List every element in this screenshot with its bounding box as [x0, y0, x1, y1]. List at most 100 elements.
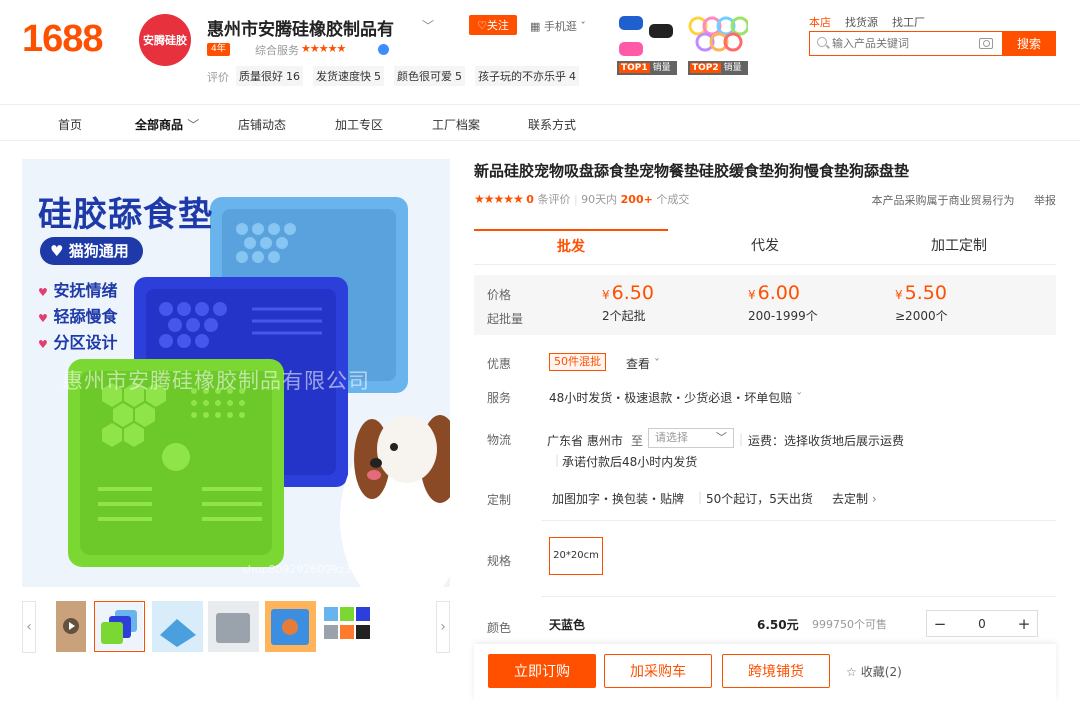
image-bullet: ♥ 安抚情绪 — [38, 281, 118, 300]
crossborder-button[interactable]: 跨境铺货 — [722, 654, 830, 688]
thumbnail-item[interactable] — [265, 601, 316, 652]
price-tier: ¥6.00 200-1999个 — [748, 282, 818, 323]
price-tiers: 价格 起批量 ¥6.50 2个起批 ¥6.00 200-1999个 ¥5.50 … — [474, 275, 1056, 335]
price-tier: ¥6.50 2个起批 — [602, 282, 654, 323]
image-bullets: ♥ 安抚情绪 ♥ 轻舔慢食 ♥ 分区设计 — [38, 279, 117, 357]
service-label: 服务 — [487, 391, 512, 405]
divider — [541, 596, 1056, 597]
service-score-label: 综合服务 — [255, 44, 299, 57]
product-stars: ★★★★★ — [474, 192, 524, 206]
eval-tag[interactable]: 质量很好 16 — [236, 66, 303, 86]
shop-name[interactable]: 惠州市安腾硅橡胶制品有 — [207, 15, 394, 40]
eval-tag[interactable]: 发货速度快 5 — [313, 66, 384, 86]
chevron-down-icon: ﹀ — [716, 431, 727, 444]
sales-period: 90天内 — [581, 193, 618, 206]
search-box — [809, 31, 1002, 56]
thumbnail-item[interactable] — [152, 601, 203, 652]
thumbnail-video[interactable] — [46, 601, 97, 652]
service-stars: ★★★★★ — [301, 42, 346, 55]
nav-shop-news[interactable]: 店铺动态 — [238, 116, 286, 133]
favorite-button[interactable]: ☆ 收藏(2) — [846, 663, 902, 680]
chevron-down-icon: ˇ — [653, 357, 660, 371]
search-icon — [817, 37, 827, 47]
search-tab-source[interactable]: 找货源 — [845, 14, 878, 30]
color-option-stock: 999750个可售 — [812, 618, 887, 631]
chevron-down-icon: ˇ — [796, 391, 803, 405]
buy-now-button[interactable]: 立即订购 — [488, 654, 596, 688]
promo-label: 优惠 — [487, 357, 512, 371]
image-bullet: ♥ 分区设计 — [38, 333, 118, 352]
promo-view-link[interactable]: 查看 ˇ — [626, 355, 660, 372]
shop-nav: 首页 全部商品 ﹀ 店铺动态 加工专区 工厂档案 联系方式 — [0, 106, 1080, 141]
image-pill: ♥ 猫狗通用 — [40, 237, 143, 265]
nav-home[interactable]: 首页 — [58, 116, 82, 133]
qr-icon: ▦ — [530, 20, 541, 33]
add-to-cart-button[interactable]: 加采购车 — [604, 654, 712, 688]
star-outline-icon: ☆ — [846, 665, 857, 679]
divider — [541, 520, 1056, 521]
nav-all-products[interactable]: 全部商品 ﹀ — [135, 116, 199, 133]
top-product-2[interactable]: TOP2 销量 — [688, 14, 750, 75]
top-rank-caption: TOP1 销量 — [617, 61, 677, 75]
custom-moq: 50个起订，5天出货 — [706, 492, 813, 506]
chevron-down-icon[interactable]: ﹀ — [422, 17, 434, 34]
color-option-price: 6.50元 — [757, 618, 799, 632]
thumbnail-item[interactable] — [208, 601, 259, 652]
logistics-label: 物流 — [487, 433, 512, 447]
mobile-browse-link[interactable]: ▦ 手机逛 ˇ — [530, 18, 586, 34]
thumbnail-item[interactable] — [94, 601, 145, 652]
product-title: 新品硅胶宠物吸盘舔食垫宠物餐垫硅胶缓食垫狗狗慢食垫狗舔盘垫 — [474, 162, 910, 180]
spec-option[interactable]: 20*20cm — [549, 537, 603, 575]
nav-contact[interactable]: 联系方式 — [528, 116, 576, 133]
nav-factory-profile[interactable]: 工厂档案 — [432, 116, 480, 133]
search-tab-shop[interactable]: 本店 — [809, 14, 831, 30]
sold-count: 200+ — [620, 193, 653, 206]
thumb-next-button[interactable]: › — [436, 601, 450, 653]
follow-button[interactable]: ♡关注 — [469, 15, 517, 35]
tab-wholesale[interactable]: 批发 — [474, 229, 668, 265]
thumbnail-strip: ‹ › — [22, 601, 450, 653]
promo-tag: 50件混批 — [549, 353, 606, 371]
sold-label: 个成交 — [656, 193, 690, 206]
eval-tag[interactable]: 孩子玩的不亦乐乎 4 — [475, 66, 579, 86]
image-watermark: 惠州市安腾硅橡胶制品有限公司 — [62, 369, 370, 393]
heart-icon: ♥ — [50, 242, 64, 260]
thumbnail-item[interactable] — [322, 601, 373, 652]
color-option-name: 天蓝色 — [549, 618, 586, 632]
site-logo[interactable]: 1688 — [22, 18, 104, 61]
top-product-1[interactable]: TOP1 销量 — [617, 14, 677, 75]
search-input[interactable] — [810, 32, 960, 55]
image-bullet: ♥ 轻舔慢食 — [38, 307, 118, 326]
price-label: 价格 — [487, 288, 512, 302]
main-product-image[interactable]: 硅胶舔食垫 ♥ 猫狗通用 ♥ 安抚情绪 ♥ 轻舔慢食 ♥ 分区设计 惠州市安腾硅… — [22, 159, 450, 587]
report-link[interactable]: 举报 — [1034, 194, 1056, 207]
product-thumbnail-image — [688, 14, 750, 59]
custom-link[interactable]: 去定制 › — [832, 490, 877, 507]
price-tier: ¥5.50 ≥2000个 — [895, 282, 948, 323]
increment-button[interactable]: + — [1011, 611, 1037, 636]
verified-icon — [378, 44, 389, 55]
quantity-stepper: − 0 + — [926, 610, 1038, 637]
trade-notice: 本产品采购属于商业贸易行为 举报 — [871, 194, 1057, 207]
thumb-prev-button[interactable]: ‹ — [22, 601, 36, 653]
shop-avatar[interactable]: 安腾硅胶 — [139, 14, 191, 66]
tab-dropship[interactable]: 代发 — [668, 229, 862, 265]
ship-promise: 承诺付款后48小时内发货 — [562, 455, 698, 469]
shop-header: 1688 安腾硅胶 惠州市安腾硅橡胶制品有 ﹀ ♡关注 ▦ 手机逛 ˇ 4年 综… — [0, 0, 1080, 105]
eval-label: 评价 — [207, 71, 229, 84]
action-bar: 立即订购 加采购车 跨境铺货 ☆ 收藏(2) — [474, 644, 1056, 701]
search-tab-factory[interactable]: 找工厂 — [892, 14, 925, 30]
camera-icon[interactable] — [979, 38, 993, 49]
tab-custom-processing[interactable]: 加工定制 — [862, 229, 1056, 265]
service-text[interactable]: 48小时发货・极速退款・少货必退・坏单包赔 ˇ — [549, 389, 802, 406]
ship-from: 广东省 惠州市 — [547, 434, 623, 448]
search-button[interactable]: 搜索 — [1002, 31, 1056, 56]
nav-processing[interactable]: 加工专区 — [335, 116, 383, 133]
eval-tag[interactable]: 颜色很可爱 5 — [394, 66, 465, 86]
destination-select[interactable]: 请选择 ﹀ — [648, 428, 734, 448]
moq-label: 起批量 — [487, 312, 524, 326]
review-count[interactable]: 0 — [526, 193, 534, 206]
quantity-input[interactable]: 0 — [953, 611, 1011, 636]
custom-label: 定制 — [487, 493, 512, 507]
decrement-button[interactable]: − — [927, 611, 953, 636]
